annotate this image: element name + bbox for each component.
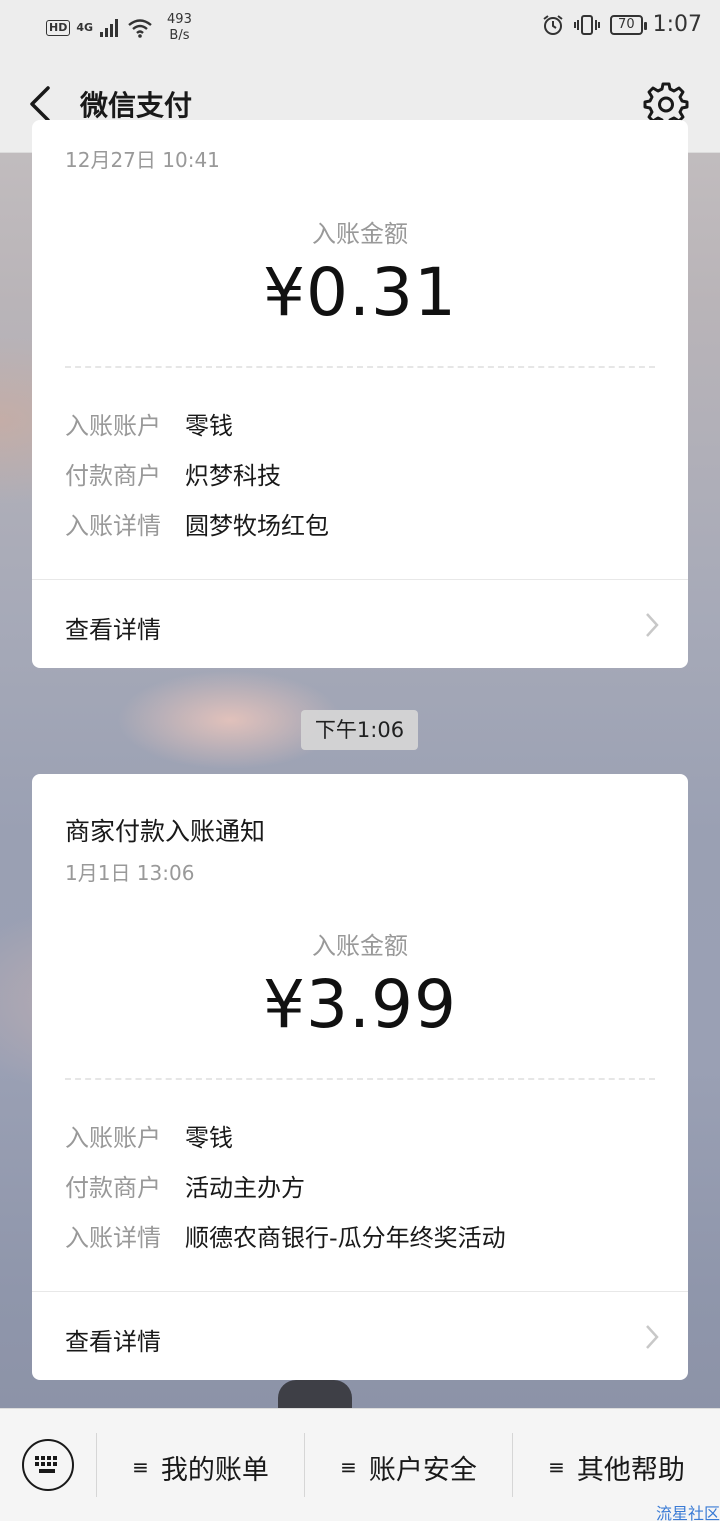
signal-icon (100, 19, 119, 37)
keyboard-icon[interactable] (22, 1439, 74, 1491)
info-key: 付款商户 (65, 462, 161, 490)
battery-indicator: 70 (610, 14, 647, 35)
amount-value: ¥3.99 (263, 966, 457, 1043)
info-row: 入账详情 圆梦牧场红包 (65, 506, 329, 541)
alarm-icon (543, 14, 563, 35)
menu-icon: ≡ (340, 1455, 357, 1479)
status-left: HD 4G 493 B/s (46, 12, 192, 44)
menu-my-bills[interactable]: ≡ 我的账单 (97, 1439, 304, 1495)
menu-label: 我的账单 (160, 1454, 269, 1486)
amount-label: 入账金额 (312, 932, 408, 960)
card-date: 1月1日 13:06 (65, 861, 195, 885)
status-bar: HD 4G 493 B/s 70 1:07 (0, 0, 720, 56)
info-value: 活动主办方 (185, 1174, 305, 1202)
keyboard-glyph (35, 1456, 57, 1473)
info-value: 零钱 (185, 412, 233, 440)
info-value: 零钱 (185, 1124, 233, 1152)
info-row: 入账账户 零钱 (65, 1118, 233, 1153)
status-time: 1:07 (652, 12, 702, 37)
view-details-label: 查看详情 (65, 1328, 161, 1356)
dashed-divider (65, 1078, 655, 1080)
info-key: 入账详情 (65, 512, 161, 540)
info-value: 顺德农商银行-瓜分年终奖活动 (185, 1224, 506, 1252)
info-row: 入账详情 顺德农商银行-瓜分年终奖活动 (65, 1218, 506, 1253)
menu-icon: ≡ (548, 1455, 565, 1479)
net-speed-value: 493 (167, 12, 192, 27)
watermark: 流星社区 (655, 1504, 720, 1523)
info-key: 入账详情 (65, 1224, 161, 1252)
chevron-right-icon (646, 613, 659, 637)
info-key: 入账账户 (65, 412, 161, 440)
bottom-menu-bar: ≡ 我的账单 ≡ 账户安全 ≡ 其他帮助 (0, 1408, 720, 1521)
card-date: 12月27日 10:41 (65, 148, 220, 172)
view-details-link[interactable]: 查看详情 (32, 1292, 688, 1380)
info-value: 炽梦科技 (185, 462, 281, 490)
network-type: 4G (76, 21, 94, 34)
info-row: 入账账户 零钱 (65, 406, 233, 441)
wifi-icon (128, 19, 152, 38)
info-value: 圆梦牧场红包 (185, 512, 329, 540)
net-speed: 493 B/s (167, 12, 192, 44)
page-title: 微信支付 (80, 89, 193, 122)
payment-card: 12月27日 10:41 入账金额 ¥0.31 入账账户 零钱 付款商户 炽梦科… (32, 120, 688, 668)
menu-icon: ≡ (132, 1455, 149, 1479)
payment-card: 商家付款入账通知 1月1日 13:06 入账金额 ¥3.99 入账账户 零钱 付… (32, 774, 688, 1380)
info-row: 付款商户 活动主办方 (65, 1168, 305, 1203)
view-details-label: 查看详情 (65, 616, 161, 644)
info-key: 付款商户 (65, 1174, 161, 1202)
time-separator: 下午1:06 (301, 710, 418, 750)
chevron-right-icon (646, 1325, 659, 1349)
dashed-divider (65, 366, 655, 368)
amount-value: ¥0.31 (263, 254, 457, 331)
menu-account-security[interactable]: ≡ 账户安全 (305, 1439, 512, 1495)
menu-other-help[interactable]: ≡ 其他帮助 (513, 1439, 720, 1495)
menu-label: 账户安全 (368, 1454, 477, 1486)
amount-label: 入账金额 (312, 220, 408, 248)
vibrate-icon (574, 14, 601, 35)
menu-label: 其他帮助 (576, 1454, 685, 1486)
info-row: 付款商户 炽梦科技 (65, 456, 281, 491)
info-key: 入账账户 (65, 1124, 161, 1152)
card-title: 商家付款入账通知 (65, 817, 266, 846)
hd-badge: HD (46, 20, 71, 36)
view-details-link[interactable]: 查看详情 (32, 580, 688, 668)
net-speed-unit: B/s (169, 28, 190, 43)
status-right: 70 1:07 (542, 12, 702, 37)
